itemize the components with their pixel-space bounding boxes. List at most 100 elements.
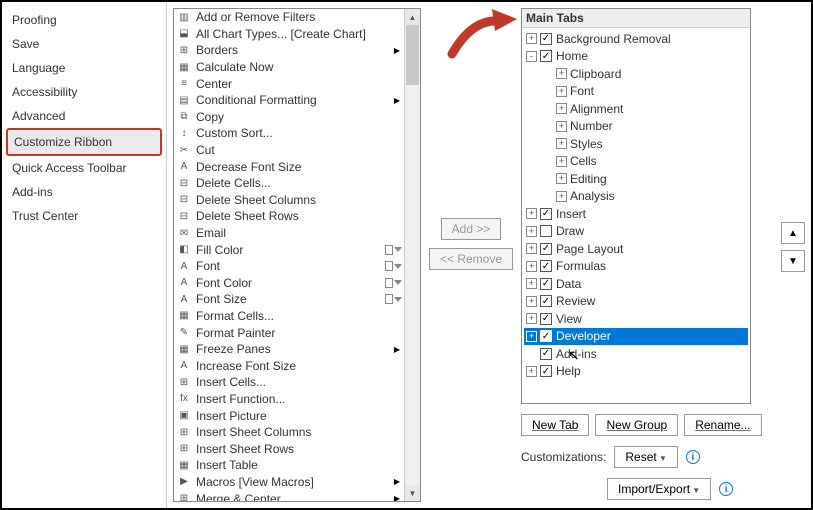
tab-tree-item[interactable]: +Alignment: [524, 100, 748, 118]
tab-tree-item[interactable]: +✓Data: [524, 275, 748, 293]
tree-expander-icon[interactable]: +: [526, 278, 537, 289]
info-icon[interactable]: i: [719, 482, 733, 496]
tab-tree-item[interactable]: +✓Help: [524, 363, 748, 381]
nav-item-quick-access-toolbar[interactable]: Quick Access Toolbar: [6, 156, 162, 180]
command-item[interactable]: ▣Insert Picture: [174, 407, 404, 424]
command-item[interactable]: ✎Format Painter: [174, 324, 404, 341]
command-item[interactable]: ⊟Delete Sheet Rows: [174, 208, 404, 225]
command-item[interactable]: AFont Color: [174, 275, 404, 292]
command-item[interactable]: ▦Format Cells...: [174, 308, 404, 325]
tab-tree-item[interactable]: +Number: [524, 118, 748, 136]
command-item[interactable]: ⊞Insert Sheet Rows: [174, 440, 404, 457]
tab-tree-item[interactable]: +✓Insert: [524, 205, 748, 223]
command-item[interactable]: AFont: [174, 258, 404, 275]
command-item[interactable]: ◧Fill Color: [174, 241, 404, 258]
new-tab-button[interactable]: New Tab: [521, 414, 589, 436]
command-item[interactable]: AFont Size: [174, 291, 404, 308]
command-item[interactable]: ⊞Insert Cells...: [174, 374, 404, 391]
new-group-button[interactable]: New Group: [595, 414, 678, 436]
tree-expander-icon[interactable]: +: [526, 208, 537, 219]
tree-checkbox[interactable]: ✓: [540, 33, 552, 45]
command-item[interactable]: ▶Macros [View Macros]▶: [174, 474, 404, 491]
tab-tree-item[interactable]: +✓Review: [524, 293, 748, 311]
info-icon[interactable]: i: [686, 450, 700, 464]
nav-item-accessibility[interactable]: Accessibility: [6, 80, 162, 104]
command-item[interactable]: ADecrease Font Size: [174, 158, 404, 175]
scroll-down-button[interactable]: ▼: [405, 485, 420, 501]
command-item[interactable]: ▦Freeze Panes▶: [174, 341, 404, 358]
tree-expander-icon[interactable]: +: [526, 296, 537, 307]
command-item[interactable]: ⊟Delete Sheet Columns: [174, 192, 404, 209]
tab-tree-item[interactable]: -✓Home: [524, 48, 748, 66]
command-item[interactable]: ▥Add or Remove Filters: [174, 9, 404, 26]
tree-checkbox[interactable]: ✓: [540, 295, 552, 307]
tab-tree-item[interactable]: +✓View: [524, 310, 748, 328]
tab-tree-item[interactable]: +Font: [524, 83, 748, 101]
nav-item-customize-ribbon[interactable]: Customize Ribbon: [6, 128, 162, 156]
scroll-track[interactable]: [405, 25, 420, 485]
command-item[interactable]: ⊞Borders▶: [174, 42, 404, 59]
tree-expander-icon[interactable]: +: [526, 366, 537, 377]
add-button[interactable]: Add >>: [441, 218, 502, 240]
tab-tree-item[interactable]: +Editing: [524, 170, 748, 188]
tree-expander-icon[interactable]: +: [526, 243, 537, 254]
tree-expander-icon[interactable]: +: [556, 173, 567, 184]
tree-expander-icon[interactable]: +: [556, 68, 567, 79]
tab-tree-item[interactable]: +✓Page Layout: [524, 240, 748, 258]
tree-expander-icon[interactable]: +: [556, 121, 567, 132]
scroll-up-button[interactable]: ▲: [405, 9, 420, 25]
tree-checkbox[interactable]: ✓: [540, 243, 552, 255]
tree-expander-icon[interactable]: -: [526, 51, 537, 62]
command-item[interactable]: ▤Conditional Formatting▶: [174, 92, 404, 109]
tab-tree-item[interactable]: +Styles: [524, 135, 748, 153]
tree-checkbox[interactable]: ✓: [540, 348, 552, 360]
tree-expander-icon[interactable]: +: [556, 138, 567, 149]
tree-checkbox[interactable]: ✓: [540, 330, 552, 342]
command-item[interactable]: ↕Custom Sort...: [174, 125, 404, 142]
move-down-button[interactable]: ▼: [781, 250, 805, 272]
move-up-button[interactable]: ▲: [781, 222, 805, 244]
command-item[interactable]: ⊟Delete Cells...: [174, 175, 404, 192]
tree-expander-icon[interactable]: +: [526, 226, 537, 237]
remove-button[interactable]: << Remove: [429, 248, 513, 270]
command-item[interactable]: ⧉Copy: [174, 109, 404, 126]
tab-tree-item[interactable]: +✓Background Removal: [524, 30, 748, 48]
tree-checkbox[interactable]: ✓: [540, 208, 552, 220]
command-item[interactable]: ▦Calculate Now: [174, 59, 404, 76]
tree-checkbox[interactable]: ✓: [540, 313, 552, 325]
rename-button[interactable]: Rename...: [684, 414, 761, 436]
tab-tree-item[interactable]: +Cells: [524, 153, 748, 171]
command-item[interactable]: ✂Cut: [174, 142, 404, 159]
command-item[interactable]: ⊞Insert Sheet Columns: [174, 424, 404, 441]
tree-expander-icon[interactable]: +: [526, 33, 537, 44]
tab-tree-item[interactable]: +✓Developer: [524, 328, 748, 346]
tree-expander-icon[interactable]: +: [526, 331, 537, 342]
tree-checkbox[interactable]: [540, 225, 552, 237]
main-tabs-listbox[interactable]: Main Tabs +✓Background Removal-✓Home+Cli…: [521, 8, 751, 404]
nav-item-advanced[interactable]: Advanced: [6, 104, 162, 128]
tab-tree-item[interactable]: +✓Formulas: [524, 258, 748, 276]
tree-expander-icon[interactable]: +: [556, 156, 567, 167]
tab-tree-item[interactable]: +Clipboard: [524, 65, 748, 83]
nav-item-language[interactable]: Language: [6, 56, 162, 80]
commands-list[interactable]: ▥Add or Remove Filters⬓All Chart Types..…: [174, 9, 404, 501]
tree-expander-icon[interactable]: +: [526, 313, 537, 324]
tree-expander-icon[interactable]: +: [556, 103, 567, 114]
scroll-thumb[interactable]: [406, 25, 419, 85]
tab-tree-item[interactable]: +Analysis: [524, 188, 748, 206]
command-item[interactable]: ✉Email: [174, 225, 404, 242]
tree-expander-icon[interactable]: +: [556, 191, 567, 202]
tree-expander-icon[interactable]: +: [556, 86, 567, 97]
nav-item-proofing[interactable]: Proofing: [6, 8, 162, 32]
command-item[interactable]: AIncrease Font Size: [174, 357, 404, 374]
nav-item-add-ins[interactable]: Add-ins: [6, 180, 162, 204]
command-item[interactable]: fxInsert Function...: [174, 391, 404, 408]
tab-tree-item[interactable]: +Draw: [524, 223, 748, 241]
reset-dropdown[interactable]: Reset: [614, 446, 678, 468]
command-item[interactable]: ⊞Merge & Center▶: [174, 490, 404, 501]
tree-checkbox[interactable]: ✓: [540, 278, 552, 290]
tree-checkbox[interactable]: ✓: [540, 365, 552, 377]
tree-checkbox[interactable]: ✓: [540, 260, 552, 272]
command-item[interactable]: ▦Insert Table: [174, 457, 404, 474]
tab-tree-item[interactable]: ✓Add-ins: [524, 345, 748, 363]
